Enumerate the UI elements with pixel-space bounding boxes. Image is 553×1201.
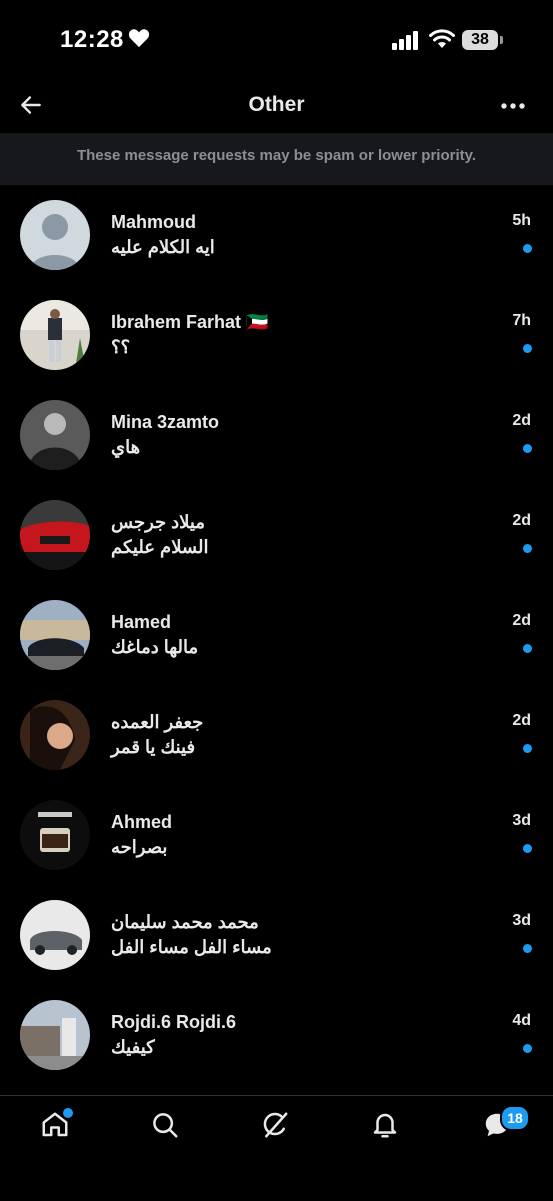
message-preview: بصراحه: [111, 837, 168, 857]
sender-name: محمد محمد سليمان: [111, 912, 259, 932]
bottom-tab-bar: [0, 1095, 553, 1201]
message-time: 2d: [512, 612, 531, 629]
conversation-row[interactable]: Rojdi.6 Rojdi.6 كيفيك 4d: [0, 985, 553, 1085]
header: Other: [0, 80, 553, 132]
unread-dot: [523, 244, 532, 253]
avatar-photo: [20, 400, 90, 470]
sender-name: Mina 3zamto: [111, 412, 220, 432]
unread-dot: [523, 744, 532, 753]
message-time: 3d: [512, 912, 531, 929]
unread-dot: [523, 944, 532, 953]
conversation-row[interactable]: جعفر العمده فينك يا قمر 2d: [0, 685, 553, 785]
avatar-photo: [20, 600, 90, 670]
message-time: 7h: [512, 312, 531, 329]
sender-name: Ahmed: [111, 812, 173, 832]
avatar-photo: [20, 700, 90, 770]
message-time: 4d: [512, 1012, 531, 1029]
message-preview: فينك يا قمر: [111, 737, 196, 757]
tab-grok[interactable]: [260, 1110, 294, 1144]
spam-notice-banner: These message requests may be spam or lo…: [0, 133, 553, 185]
conversation-row[interactable]: ميلاد جرجس السلام عليكم 2d: [0, 485, 553, 585]
wifi-icon: [429, 29, 455, 48]
sender-name: Ibrahem Farhat 🇰🇼: [111, 312, 269, 332]
sender-name: ميلاد جرجس: [111, 512, 205, 532]
message-preview: مساء الفل مساء الفل: [111, 937, 272, 957]
avatar-photo: [20, 300, 90, 370]
sender-name: Mahmoud: [111, 212, 196, 232]
avatar-photo: [20, 1000, 90, 1070]
heart-icon: [128, 29, 150, 48]
battery-indicator: 38: [462, 30, 498, 50]
conversation-row[interactable]: Hamed مالها دماغك 2d: [0, 585, 553, 685]
sender-name: Hamed: [111, 612, 172, 632]
message-time: 2d: [512, 712, 531, 729]
message-preview: السلام عليكم: [111, 537, 209, 557]
avatar-photo: [20, 800, 90, 870]
search-icon: [153, 1113, 178, 1138]
conversation-row[interactable]: Ibrahem Farhat 🇰🇼 ؟؟ 7h: [0, 285, 553, 385]
conversation-row[interactable]: محمد محمد سليمان مساء الفل مساء الفل 3d: [0, 885, 553, 985]
conversation-row[interactable]: Mahmoud ايه الكلام عليه 5h: [0, 185, 553, 285]
unread-dot: [523, 544, 532, 553]
sender-name: جعفر العمده: [111, 712, 204, 732]
tab-notifications[interactable]: [370, 1110, 404, 1144]
message-time: 2d: [512, 512, 531, 529]
unread-dot: [523, 344, 532, 353]
notifications-icon: [373, 1113, 397, 1138]
avatar-photo: [20, 900, 90, 970]
more-options-button[interactable]: [498, 92, 530, 120]
page-title: Other: [248, 93, 305, 116]
avatar-photo: [20, 500, 90, 570]
unread-dot: [523, 1044, 532, 1053]
message-time: 3d: [512, 812, 531, 829]
spam-notice-text: These message requests may be spam or lo…: [76, 147, 477, 164]
conversation-row[interactable]: Ahmed بصراحه 3d: [0, 785, 553, 885]
unread-dot: [523, 844, 532, 853]
sender-name: Rojdi.6 Rojdi.6: [111, 1012, 237, 1032]
messages-badge: 18: [500, 1105, 530, 1131]
tab-search[interactable]: [150, 1110, 184, 1144]
status-time: 12:28: [60, 26, 124, 53]
message-preview: ايه الكلام عليه: [111, 237, 215, 257]
more-dots-icon: [501, 103, 525, 109]
message-preview: هاي: [111, 437, 141, 457]
unread-dot: [523, 444, 532, 453]
battery-tip: [500, 36, 503, 44]
message-preview: ؟؟: [111, 337, 131, 357]
grok-icon: [263, 1112, 288, 1138]
cellular-signal-icon: [392, 31, 418, 50]
home-new-dot: [61, 1106, 75, 1120]
message-preview: مالها دماغك: [111, 637, 199, 657]
unread-dot: [523, 644, 532, 653]
message-preview: كيفيك: [111, 1037, 155, 1057]
message-time: 5h: [512, 212, 531, 229]
status-bar: 12:28 38: [0, 0, 553, 80]
avatar-default: [20, 200, 90, 270]
message-time: 2d: [512, 412, 531, 429]
conversation-row[interactable]: Mina 3zamto هاي 2d: [0, 385, 553, 485]
